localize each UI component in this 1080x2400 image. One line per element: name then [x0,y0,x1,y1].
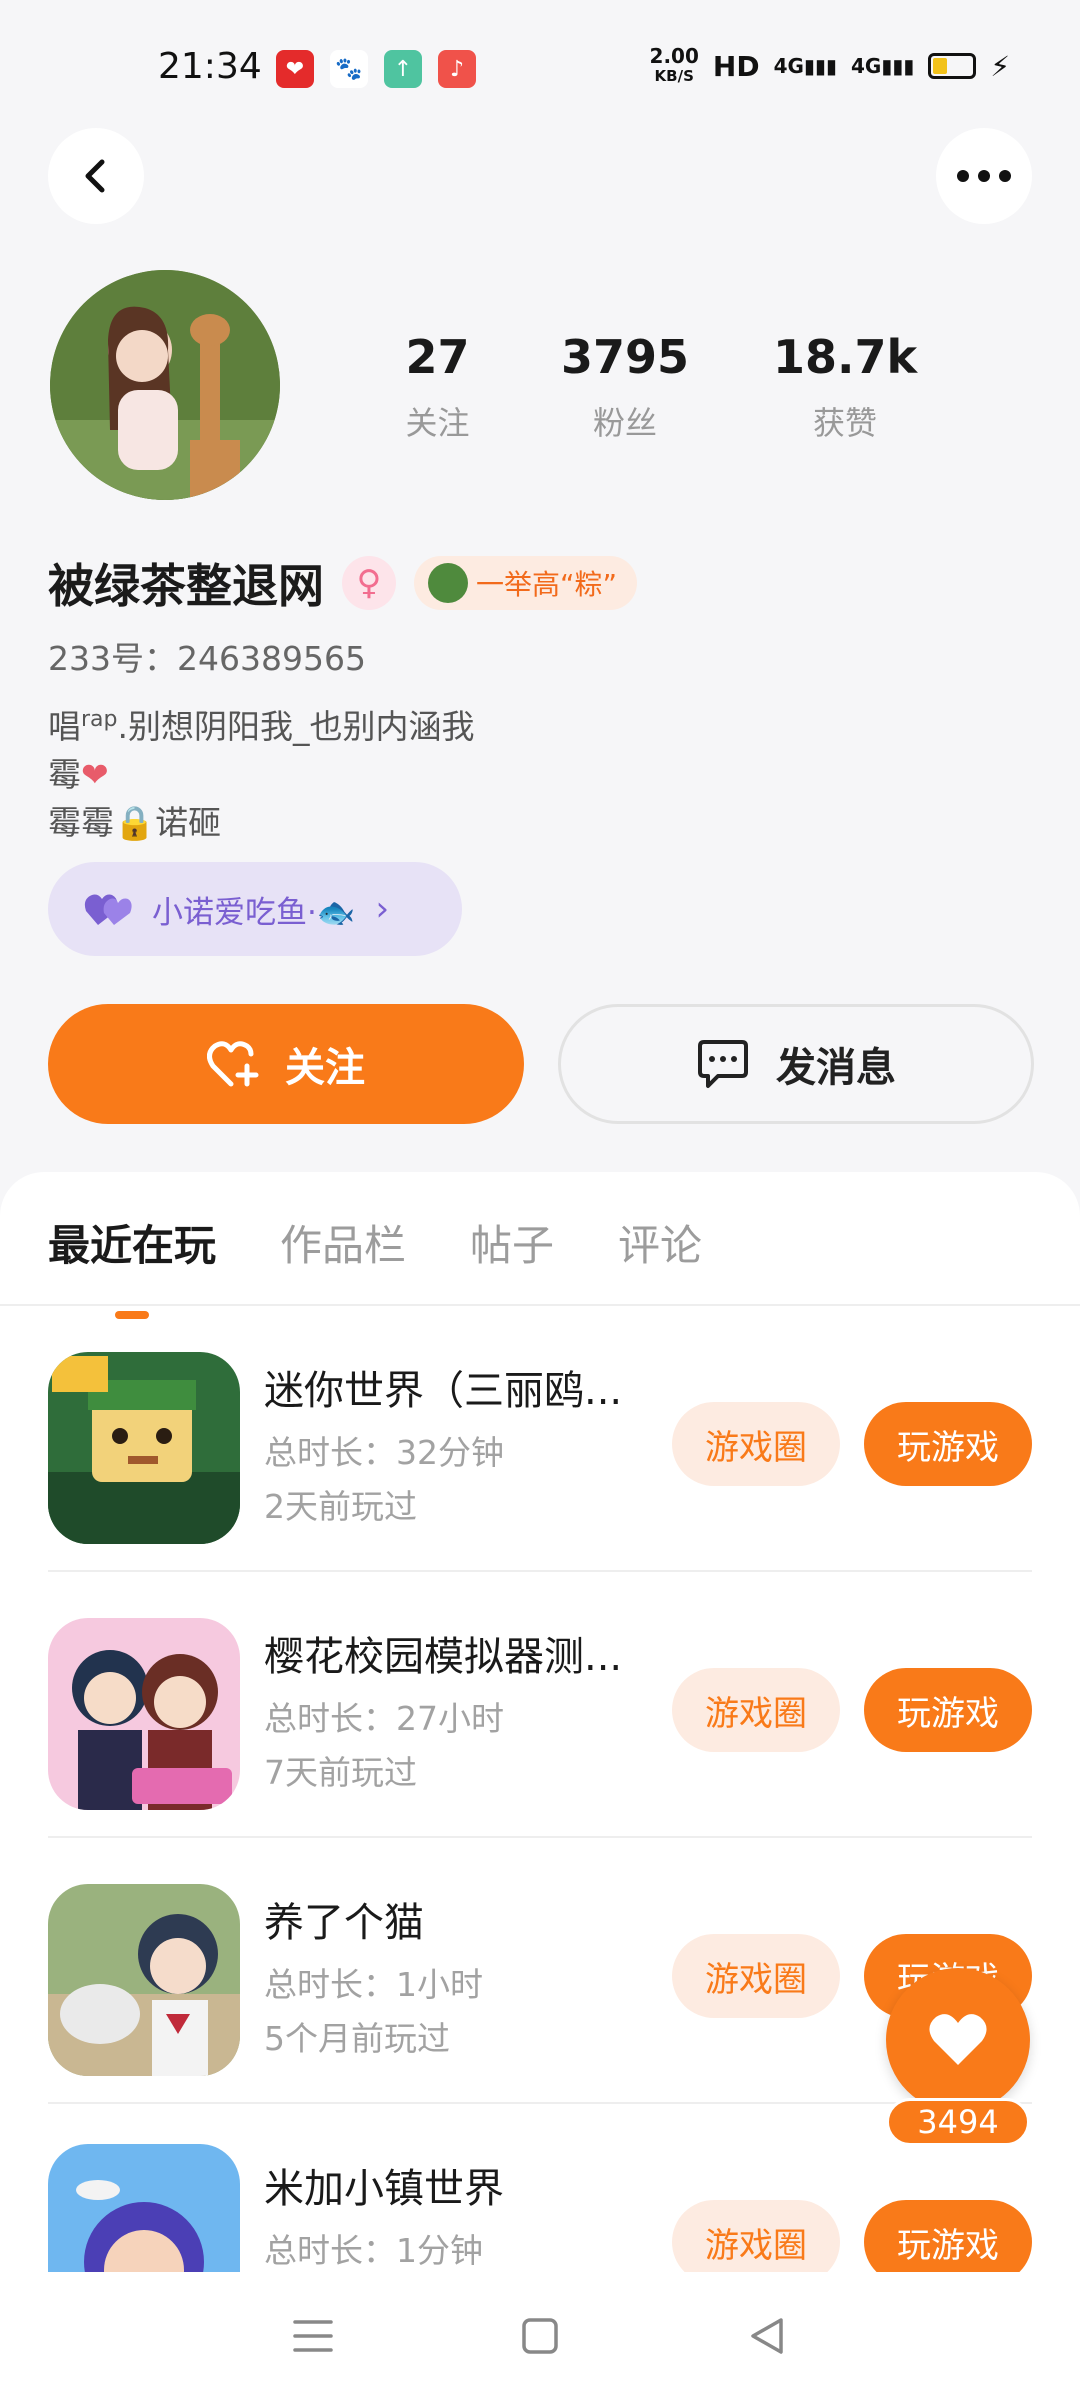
game-last-played: 5个月前玩过 [264,2019,450,2058]
bio-line-2: 霉❤ [48,755,109,794]
profile-name: 被绿茶整退网 [48,559,324,613]
user-id: 233号：246389565 [48,639,366,678]
play-game-button[interactable]: 玩游戏 [864,1668,1032,1752]
system-nav-bar [0,2272,1080,2400]
notification-app-icon: ❤ [276,50,314,88]
stat-likes[interactable]: 18.7k 获赞 [735,330,955,444]
game-duration: 总时长：27小时 [264,1699,504,1738]
status-time: 21:34 [158,46,262,87]
floating-like-button[interactable] [886,1968,1030,2112]
heart-icon [929,2014,987,2065]
chevron-right-icon: › [375,889,390,929]
game-row[interactable]: 养了个猫 总时长：1小时 5个月前玩过 游戏圈 玩游戏 [48,1838,1032,2104]
menu-icon[interactable] [293,2318,334,2354]
game-last-played: 2天前玩过 [264,1487,417,1526]
game-row[interactable]: 米加小镇世界 总时长：1分钟 游戏圈 玩游戏 [48,2104,1032,2272]
play-game-button[interactable]: 玩游戏 [864,2200,1032,2272]
like-count: 3494 [886,2098,1030,2146]
achievement-badge[interactable]: 一举高“粽” [414,556,638,610]
game-duration: 总时长：32分钟 [264,1433,504,1472]
bio-line-3: 霉霉🔒诺砸 [48,803,222,842]
relation-pill[interactable]: 小诺爱吃鱼·🐟 › [48,862,462,956]
profile-tabs: 最近在玩 作品栏 帖子 评论 [48,1212,702,1319]
game-duration: 总时长：1分钟 [264,2231,483,2270]
game-title: 米加小镇世界 [264,2166,504,2212]
tab-works[interactable]: 作品栏 [280,1212,406,1273]
back-button[interactable] [48,128,144,224]
game-row[interactable]: 樱花校园模拟器测... 总时长：27小时 7天前玩过 游戏圈 玩游戏 [48,1572,1032,1838]
avatar-image [50,270,280,500]
more-dots-icon [957,170,1011,182]
game-duration: 总时长：1小时 [264,1965,483,2004]
game-row[interactable]: 迷你世界（三丽鸥... 总时长：32分钟 2天前玩过 游戏圈 玩游戏 [48,1306,1032,1572]
avatar[interactable] [50,270,280,500]
chat-bubble-icon [698,1040,748,1088]
game-title: 养了个猫 [264,1900,424,1946]
bio: 唱rap.别想阴阳我_也别内涵我 霉❤ 霉霉🔒诺砸 [48,696,475,847]
tab-recently-played[interactable]: 最近在玩 [48,1212,216,1319]
more-options-button[interactable] [936,128,1032,224]
signal-icon-2: 4G▮▮▮ [850,54,915,78]
home-square-icon[interactable] [520,2316,560,2356]
charging-icon: ⚡ [990,49,1010,83]
double-heart-icon [84,894,132,925]
game-title: 迷你世界（三丽鸥... [264,1368,623,1414]
lock-emoji-icon: 🔒 [114,803,156,842]
send-message-button[interactable]: 发消息 [558,1004,1034,1124]
battery-icon [928,53,977,79]
name-row: 被绿茶整退网 ♀ 一举高“粽” [48,550,638,616]
follow-button[interactable]: 关注 [48,1004,524,1124]
status-app-icons: ❤ 🐾 ↑ ♪ [276,50,476,88]
game-icon-sakura-school[interactable] [48,1618,240,1810]
paw-app-icon: 🐾 [330,50,368,88]
play-game-button[interactable]: 玩游戏 [864,1402,1032,1486]
back-triangle-icon[interactable] [747,2316,787,2356]
upload-app-icon: ↑ [384,50,422,88]
signal-icon: 4G▮▮▮ [773,54,837,78]
zongzi-badge-icon [428,563,468,603]
female-gender-icon: ♀ [342,556,396,610]
status-right: 2.00 KB/S HD 4G▮▮▮ 4G▮▮▮ ⚡ [650,46,1010,86]
tab-posts[interactable]: 帖子 [470,1212,554,1273]
tab-comments[interactable]: 评论 [618,1212,702,1273]
back-arrow-icon [85,159,105,193]
bio-line-1: 唱rap.别想阴阳我_也别内涵我 [48,707,475,746]
game-icon-miga-town[interactable] [48,2144,240,2272]
stat-following[interactable]: 27 关注 [360,330,515,444]
music-app-icon: ♪ [438,50,476,88]
game-last-played: 7天前玩过 [264,1753,417,1792]
game-circle-button[interactable]: 游戏圈 [672,1668,840,1752]
heart-emoji-icon: ❤ [81,755,109,794]
status-bar: 21:34 ❤ 🐾 ↑ ♪ 2.00 KB/S HD 4G▮▮▮ 4G▮▮▮ ⚡ [0,0,1080,130]
net-speed: 2.00 KB/S [649,44,699,85]
hd-icon: HD [712,49,760,83]
game-circle-button[interactable]: 游戏圈 [672,1402,840,1486]
stat-fans[interactable]: 3795 粉丝 [515,330,735,444]
game-icon-mini-world[interactable] [48,1352,240,1544]
game-icon-raise-a-cat[interactable] [48,1884,240,2076]
game-circle-button[interactable]: 游戏圈 [672,2200,840,2272]
heart-plus-icon [207,1041,259,1087]
game-title: 樱花校园模拟器测... [264,1634,623,1680]
profile-stats: 27 关注 3795 粉丝 18.7k 获赞 [360,330,980,444]
game-circle-button[interactable]: 游戏圈 [672,1934,840,2018]
